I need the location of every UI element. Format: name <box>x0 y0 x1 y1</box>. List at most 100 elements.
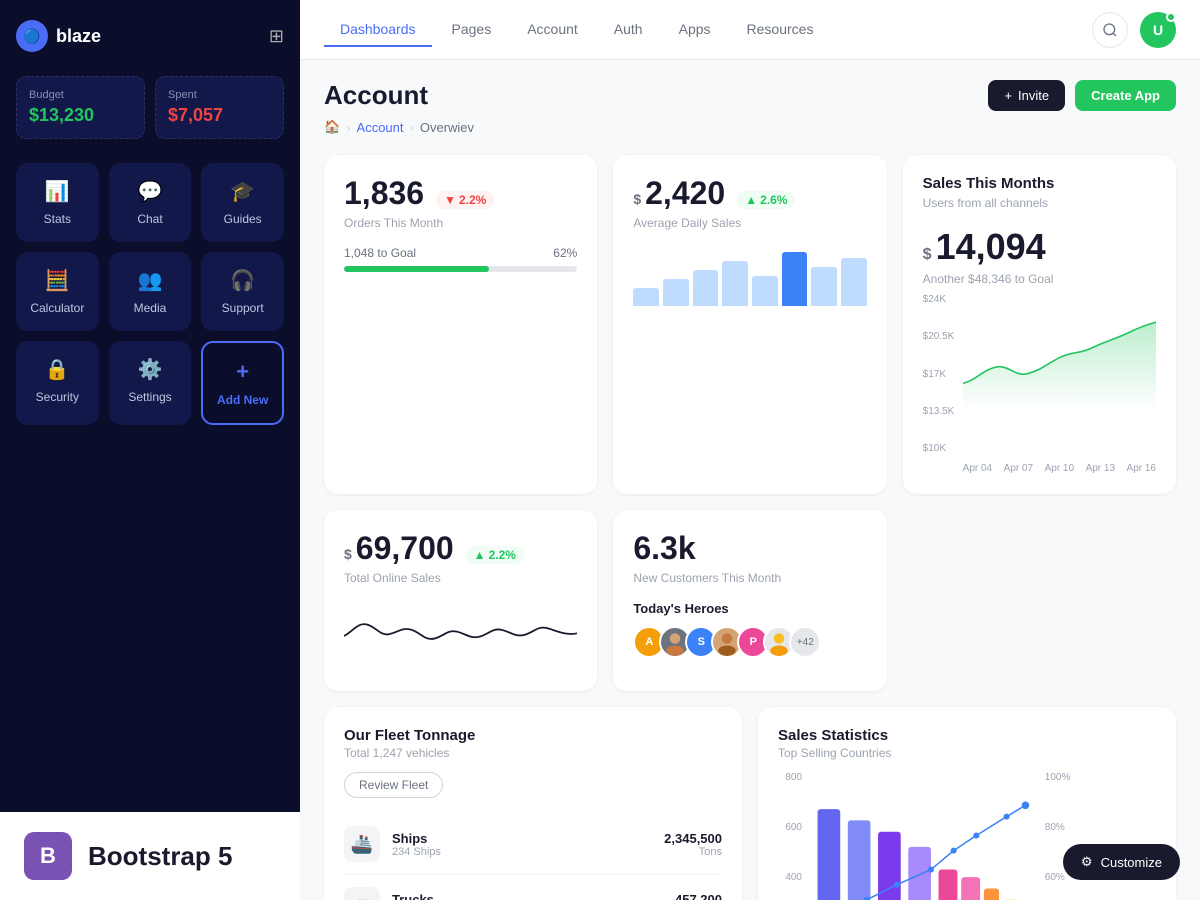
sidebar-item-label-chat: Chat <box>137 212 162 226</box>
stats-grid-row1: 1,836 ▼ 2.2% Orders This Month 1,048 to … <box>324 155 1176 494</box>
breadcrumb-account[interactable]: Account <box>357 120 404 135</box>
add-new-icon: + <box>236 359 249 385</box>
sales-card-title: Sales This Months <box>923 175 1156 192</box>
avatar[interactable]: U <box>1140 12 1176 48</box>
invite-button[interactable]: + Invite <box>988 80 1065 111</box>
sidebar-item-guides[interactable]: 🎓 Guides <box>201 163 284 242</box>
tab-pages[interactable]: Pages <box>436 13 508 47</box>
invite-plus-icon: + <box>1004 88 1012 103</box>
orders-card: 1,836 ▼ 2.2% Orders This Month 1,048 to … <box>324 155 597 494</box>
sidebar-item-label-settings: Settings <box>128 390 171 404</box>
tab-resources[interactable]: Resources <box>731 13 830 47</box>
stats-grid-row2: $ 69,700 ▲ 2.2% Total Online Sales <box>324 510 1176 691</box>
page-actions: + Invite Create App <box>988 80 1176 111</box>
daily-badge-arrow: ▲ <box>745 193 757 207</box>
tab-apps[interactable]: Apps <box>663 13 727 47</box>
search-button[interactable] <box>1092 12 1128 48</box>
orders-badge-arrow: ▼ <box>444 193 456 207</box>
fleet-title: Our Fleet Tonnage <box>344 727 722 744</box>
budget-label: Budget <box>29 89 132 101</box>
online-prefix: $ <box>344 546 352 562</box>
sales-stats-chart: 800 600 400 200 <box>778 772 1156 900</box>
page-header: Account + Invite Create App <box>324 80 1176 111</box>
sidebar-item-settings[interactable]: ⚙️ Settings <box>109 341 192 425</box>
bootstrap-icon: B <box>24 832 72 880</box>
logo-text: blaze <box>56 26 101 47</box>
logo-icon: 🔵 <box>16 20 48 52</box>
sales-month-card: Sales This Months Users from all channel… <box>903 155 1176 494</box>
online-sales-number: 69,700 <box>356 530 454 567</box>
chart-y-labels: $24K $20.5K $17K $13.5K $10K <box>923 294 955 454</box>
spent-card: Spent $7,057 <box>155 76 284 139</box>
create-app-button[interactable]: Create App <box>1075 80 1176 111</box>
mini-bar-chart <box>633 246 866 306</box>
sidebar-item-security[interactable]: 🔒 Security <box>16 341 99 425</box>
orders-badge: ▼ 2.2% <box>436 191 494 209</box>
pct-labels: 100% 80% 60% 40% <box>1037 772 1077 900</box>
customers-label: New Customers This Month <box>633 571 866 585</box>
sidebar-item-label-add-new: Add New <box>217 393 268 407</box>
sales-stats-sub: Top Selling Countries <box>778 746 1156 760</box>
sidebar-item-support[interactable]: 🎧 Support <box>201 252 284 331</box>
sales-prefix: $ <box>923 246 932 264</box>
trucks-name: Trucks <box>392 892 455 900</box>
bootstrap-label: Bootstrap 5 <box>88 841 232 872</box>
goal-label: 1,048 to Goal <box>344 246 416 260</box>
sidebar: 🔵 blaze ⊞ Budget $13,230 Spent $7,057 📊 … <box>0 0 300 900</box>
tab-dashboards[interactable]: Dashboards <box>324 13 432 47</box>
sidebar-item-label-support: Support <box>222 301 264 315</box>
ships-value: 2,345,500 <box>664 831 722 846</box>
orders-label: Orders This Month <box>344 216 577 230</box>
new-customers-card: 6.3k New Customers This Month Today's He… <box>613 510 886 691</box>
customize-icon: ⚙ <box>1081 854 1093 870</box>
daily-sales-card: $ 2,420 ▲ 2.6% Average Daily Sales <box>613 155 886 494</box>
avatar-initials: U <box>1153 22 1163 38</box>
daily-prefix: $ <box>633 191 641 207</box>
sales-line-chart: $24K $20.5K $17K $13.5K $10K <box>923 294 1156 474</box>
sidebar-item-media[interactable]: 👥 Media <box>109 252 192 331</box>
bar-3 <box>693 270 719 306</box>
sidebar-item-label-stats: Stats <box>44 212 71 226</box>
sales-big-number: 14,094 <box>936 226 1046 268</box>
ships-count: 234 Ships <box>392 846 441 858</box>
review-fleet-button[interactable]: Review Fleet <box>344 772 443 798</box>
breadcrumb-home[interactable]: 🏠 <box>324 119 340 135</box>
bar-7 <box>811 267 837 306</box>
stats-icon: 📊 <box>45 179 70 204</box>
budget-cards: Budget $13,230 Spent $7,057 <box>16 76 284 139</box>
fleet-item-trucks: 🚛 Trucks 1,460 Trucks 457,200 Tons <box>344 875 722 900</box>
bar-2 <box>663 279 689 306</box>
sidebar-item-stats[interactable]: 📊 Stats <box>16 163 99 242</box>
fleet-sub: Total 1,247 vehicles <box>344 746 722 760</box>
topnav-links: Dashboards Pages Account Auth Apps Resou… <box>324 13 829 47</box>
bar-6 <box>782 252 808 306</box>
y-axis-labels: 800 600 400 200 <box>778 772 810 900</box>
nav-grid: 📊 Stats 💬 Chat 🎓 Guides 🧮 Calculator 👥 M… <box>16 163 284 425</box>
menu-icon[interactable]: ⊞ <box>269 26 284 47</box>
fleet-card: Our Fleet Tonnage Total 1,247 vehicles R… <box>324 707 742 900</box>
main-content: Dashboards Pages Account Auth Apps Resou… <box>300 0 1200 900</box>
tab-account[interactable]: Account <box>511 13 594 47</box>
sidebar-item-calculator[interactable]: 🧮 Calculator <box>16 252 99 331</box>
daily-sales-badge: ▲ 2.6% <box>737 191 795 209</box>
bootstrap-badge: B Bootstrap 5 <box>0 812 300 900</box>
progress-bar <box>344 266 577 272</box>
trucks-icon: 🚛 <box>344 887 380 900</box>
tab-auth[interactable]: Auth <box>598 13 659 47</box>
budget-value: $13,230 <box>29 105 132 126</box>
sales-stats-title: Sales Statistics <box>778 727 1156 744</box>
ships-name: Ships <box>392 831 441 846</box>
bar-8 <box>841 258 867 306</box>
goal-pct: 62% <box>553 246 577 260</box>
calculator-icon: 🧮 <box>45 268 70 293</box>
spent-value: $7,057 <box>168 105 271 126</box>
daily-sales-number: 2,420 <box>645 175 725 212</box>
guides-icon: 🎓 <box>230 179 255 204</box>
ships-icon: 🚢 <box>344 826 380 862</box>
trucks-value: 457,200 <box>675 892 722 900</box>
sidebar-item-add-new[interactable]: + Add New <box>201 341 284 425</box>
sidebar-item-chat[interactable]: 💬 Chat <box>109 163 192 242</box>
sales-card-sub: Users from all channels <box>923 196 1156 210</box>
online-sales-card: $ 69,700 ▲ 2.2% Total Online Sales <box>324 510 597 691</box>
customize-button[interactable]: ⚙ Customize <box>1063 844 1180 880</box>
